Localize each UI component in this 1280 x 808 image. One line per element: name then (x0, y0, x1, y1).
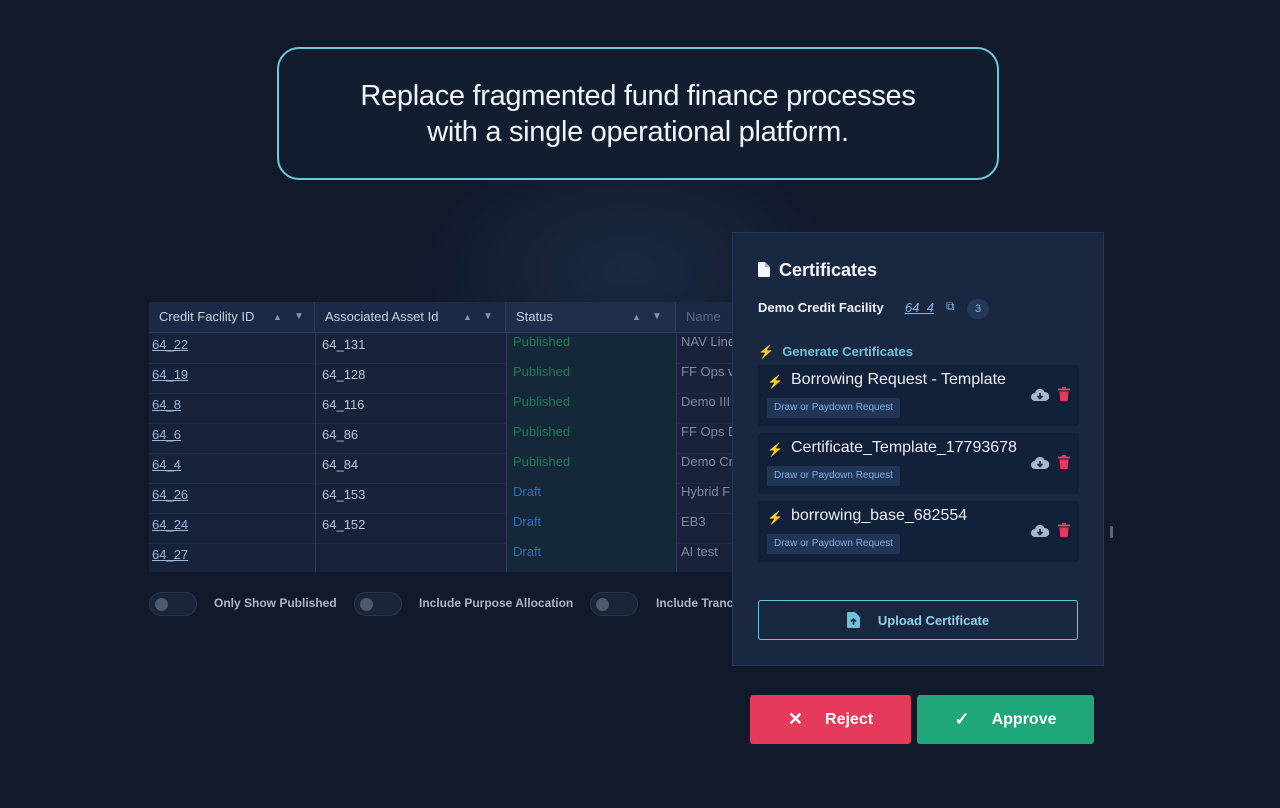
credit-facility-id-link[interactable]: 64_4 (149, 453, 315, 483)
status-cell: Published (506, 423, 676, 453)
credit-facility-id-link[interactable]: 64_22 (149, 333, 315, 363)
approve-button[interactable]: ✓ Approve (917, 695, 1094, 744)
asset-id-cell: 64_152 (315, 513, 506, 543)
status-cell: Published (506, 333, 676, 363)
credit-facility-table: Credit Facility ID ▲ ▼ Associated Asset … (149, 302, 749, 572)
facility-id-link[interactable]: 64_4 (905, 300, 934, 315)
reject-label: Reject (825, 710, 874, 728)
check-icon: ✓ (954, 709, 970, 729)
table-row[interactable]: 64_8 64_116 Published Demo III (149, 393, 749, 424)
status-cell: Draft (506, 543, 676, 572)
status-cell: Published (506, 393, 676, 423)
trash-icon[interactable] (1058, 523, 1070, 537)
column-header-label: Name (686, 309, 721, 324)
table-header: Credit Facility ID ▲ ▼ Associated Asset … (149, 302, 749, 333)
credit-facility-id-link[interactable]: 64_26 (149, 483, 315, 513)
column-header-associated-asset-id[interactable]: Associated Asset Id ▲ ▼ (315, 302, 506, 332)
headline-line-1: Replace fragmented fund finance processe… (360, 79, 916, 112)
sort-icon[interactable]: ▲ (273, 302, 282, 332)
table-row[interactable]: 64_27 Draft AI test (149, 543, 749, 572)
trash-icon[interactable] (1058, 387, 1070, 401)
sort-icon[interactable]: ▲ (632, 302, 641, 332)
asset-id-cell: 64_153 (315, 483, 506, 513)
credit-facility-id-link[interactable]: 64_8 (149, 393, 315, 423)
asset-id-cell: 64_131 (315, 333, 506, 363)
status-cell: Draft (506, 513, 676, 543)
toggle-include-tranche[interactable] (590, 592, 638, 616)
external-link-icon[interactable]: ⧉ (946, 299, 955, 314)
toggle-include-purpose-allocation[interactable] (354, 592, 402, 616)
status-cell: Published (506, 363, 676, 393)
headline-banner: Replace fragmented fund finance processe… (277, 47, 999, 180)
upload-certificate-button[interactable]: Upload Certificate (758, 600, 1078, 640)
cloud-download-icon[interactable] (1031, 456, 1049, 470)
asset-id-cell: 64_86 (315, 423, 506, 453)
toggle-label: Include Purpose Allocation (419, 596, 574, 610)
table-filter-toggles: Only Show Published Include Purpose Allo… (149, 592, 749, 618)
certificate-item[interactable]: ⚡ borrowing_base_682554 Draw or Paydown … (758, 501, 1079, 562)
table-row[interactable]: 64_19 64_128 Published FF Ops v (149, 363, 749, 394)
certificate-type-tag: Draw or Paydown Request (767, 398, 900, 418)
asset-id-cell: 64_84 (315, 453, 506, 483)
upload-certificate-label: Upload Certificate (877, 612, 990, 628)
trash-icon[interactable] (1058, 455, 1070, 469)
table-row[interactable]: 64_22 64_131 Published NAV Line (149, 333, 749, 364)
certificate-name: borrowing_base_682554 (791, 507, 968, 524)
column-header-label: Associated Asset Id (325, 309, 439, 324)
status-cell: Published (506, 453, 676, 483)
status-cell: Draft (506, 483, 676, 513)
certificate-type-tag: Draw or Paydown Request (767, 466, 900, 486)
magic-wand-icon: ⚡ (767, 510, 784, 525)
approve-label: Approve (991, 710, 1057, 728)
credit-facility-id-link[interactable]: 64_6 (149, 423, 315, 453)
certificate-type-tag: Draw or Paydown Request (767, 534, 900, 554)
certificate-item[interactable]: ⚡ Certificate_Template_17793678 Draw or … (758, 433, 1079, 494)
sort-icon[interactable]: ▲ (463, 302, 472, 332)
credit-facility-id-link[interactable]: 64_24 (149, 513, 315, 543)
column-header-credit-facility-id[interactable]: Credit Facility ID ▲ ▼ (149, 302, 315, 332)
generate-certificates-link[interactable]: ⚡ Generate Certificates (758, 344, 913, 360)
certificate-name: Borrowing Request - Template (791, 371, 1006, 388)
file-upload-icon (846, 612, 860, 628)
table-row[interactable]: 64_24 64_152 Draft EB3 (149, 513, 749, 544)
certificate-item[interactable]: ⚡ Borrowing Request - Template Draw or P… (758, 365, 1079, 426)
asset-id-cell: 64_116 (315, 393, 506, 423)
column-header-label: Credit Facility ID (159, 309, 255, 324)
toggle-only-show-published[interactable] (149, 592, 197, 616)
magic-wand-icon: ⚡ (767, 374, 784, 389)
filter-icon[interactable]: ▼ (652, 302, 662, 332)
table-row[interactable]: 64_6 64_86 Published FF Ops D (149, 423, 749, 454)
headline-line-2: with a single operational platform. (427, 115, 849, 148)
credit-facility-id-link[interactable]: 64_19 (149, 363, 315, 393)
cloud-download-icon[interactable] (1031, 388, 1049, 402)
column-header-status[interactable]: Status ▲ ▼ (506, 302, 676, 332)
certificate-count-badge: 3 (967, 299, 989, 319)
filter-icon[interactable]: ▼ (483, 302, 493, 332)
magic-wand-icon: ⚡ (758, 344, 775, 359)
toggle-label: Include Tranc (656, 596, 734, 610)
cloud-download-icon[interactable] (1031, 524, 1049, 538)
magic-wand-icon: ⚡ (767, 442, 784, 457)
certificates-panel: Certificates Demo Credit Facility 64_4 ⧉… (732, 232, 1104, 666)
table-row[interactable]: 64_26 64_153 Draft Hybrid F (149, 483, 749, 514)
facility-name: Demo Credit Facility (758, 300, 884, 315)
certificate-name: Certificate_Template_17793678 (791, 439, 1017, 456)
document-icon (758, 262, 770, 277)
scroll-indicator (1110, 526, 1113, 538)
filter-icon[interactable]: ▼ (294, 302, 304, 332)
toggle-label: Only Show Published (214, 596, 337, 610)
close-icon: ✕ (787, 709, 804, 729)
reject-button[interactable]: ✕ Reject (750, 695, 911, 744)
asset-id-cell (315, 543, 506, 572)
column-header-label: Status (516, 309, 553, 324)
asset-id-cell: 64_128 (315, 363, 506, 393)
table-row[interactable]: 64_4 64_84 Published Demo Cr (149, 453, 749, 484)
generate-certificates-label: Generate Certificates (782, 344, 913, 359)
panel-title: Certificates (779, 260, 878, 280)
credit-facility-id-link[interactable]: 64_27 (149, 543, 315, 572)
